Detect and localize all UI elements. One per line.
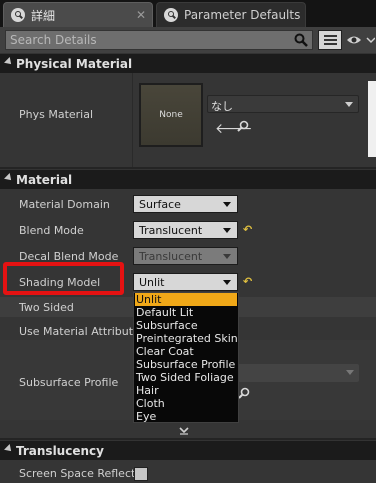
search-input[interactable]: [6, 31, 286, 49]
tab-parameter-defaults[interactable]: Parameter Defaults: [156, 2, 306, 27]
dropdown-option[interactable]: Preintegrated Skin: [135, 332, 238, 345]
dropdown-option[interactable]: Clear Coat: [135, 345, 237, 358]
subsurface-profile-combo[interactable]: [238, 364, 359, 382]
chevron-down-icon: [223, 202, 231, 207]
section-title: Physical Material: [16, 57, 133, 71]
tab-bar: 詳細 ✕ Parameter Defaults: [0, 0, 376, 27]
reset-to-default-icon[interactable]: ↶: [243, 223, 252, 236]
material-domain-value: Surface: [139, 198, 181, 211]
phys-material-label: Phys Material: [19, 108, 94, 121]
blend-mode-label: Blend Mode: [19, 224, 84, 237]
tab-details[interactable]: 詳細 ✕: [3, 2, 153, 27]
close-icon[interactable]: ✕: [136, 8, 146, 22]
two-sided-label: Two Sided: [19, 301, 74, 314]
dropdown-option[interactable]: Hair: [135, 384, 237, 397]
chevron-down-icon: [223, 254, 231, 259]
list-view-icon: [324, 35, 337, 37]
dropdown-option[interactable]: Default Lit: [135, 306, 237, 319]
tab-details-label: 詳細: [31, 8, 56, 23]
collapse-arrow-icon: [4, 57, 14, 67]
decal-blend-mode-combo: Translucent: [133, 247, 238, 265]
annotation-highlight-box: [3, 262, 124, 295]
chevron-down-icon: [223, 228, 231, 233]
shading-model-dropdown: Unlit Default Lit Subsurface Preintegrat…: [133, 292, 239, 423]
collapse-arrow-icon: [4, 444, 14, 454]
shading-model-value: Unlit: [139, 276, 165, 289]
magnifier-icon[interactable]: [294, 33, 308, 47]
dropdown-option[interactable]: Subsurface: [135, 319, 237, 332]
screen-space-reflections-label: Screen Space Reflecti: [19, 467, 139, 480]
dropdown-option[interactable]: Eye: [135, 410, 237, 423]
dropdown-option[interactable]: Subsurface Profile: [135, 358, 237, 371]
search-icon: [11, 8, 25, 22]
section-header-translucency[interactable]: Translucency: [0, 440, 376, 460]
shading-model-combo[interactable]: Unlit: [133, 273, 238, 291]
eye-icon[interactable]: [345, 32, 375, 48]
chevron-down-icon: [223, 280, 231, 285]
dropdown-option[interactable]: Unlit: [135, 293, 237, 306]
reset-to-default-icon[interactable]: ↶: [243, 275, 252, 288]
phys-material-combo[interactable]: なし: [207, 95, 359, 113]
search-box: [5, 30, 313, 50]
chevron-down-icon: [345, 102, 353, 107]
dropdown-option[interactable]: Cloth: [135, 397, 237, 410]
blend-mode-value: Translucent: [139, 224, 203, 237]
section-title: Translucency: [16, 444, 104, 458]
search-icon: [164, 8, 178, 22]
material-domain-label: Material Domain: [19, 198, 110, 211]
dropdown-option[interactable]: Two Sided Foliage: [135, 371, 237, 384]
magnifier-icon[interactable]: [238, 387, 250, 399]
phys-material-value: なし: [211, 100, 233, 113]
section-header-material[interactable]: Material: [0, 169, 376, 189]
material-domain-combo[interactable]: Surface: [133, 195, 238, 213]
section-header-physical-material[interactable]: Physical Material: [0, 53, 376, 73]
blend-mode-combo[interactable]: Translucent: [133, 221, 238, 239]
screen-space-reflections-checkbox[interactable]: [134, 467, 148, 481]
use-material-attributes-label: Use Material Attribute: [19, 325, 140, 338]
section-title: Material: [16, 173, 73, 187]
magnifier-icon[interactable]: [237, 120, 249, 132]
chevron-down-icon: [346, 370, 354, 375]
list-view-button[interactable]: [318, 30, 342, 50]
asset-thumbnail[interactable]: None: [139, 83, 203, 147]
decal-blend-mode-value: Translucent: [139, 250, 203, 263]
expand-advanced-icon[interactable]: [179, 427, 189, 435]
collapse-arrow-icon: [4, 173, 14, 183]
tab-parameter-defaults-label: Parameter Defaults: [184, 8, 301, 22]
search-row: [0, 27, 376, 53]
subsurface-profile-label: Subsurface Profile: [19, 376, 119, 389]
